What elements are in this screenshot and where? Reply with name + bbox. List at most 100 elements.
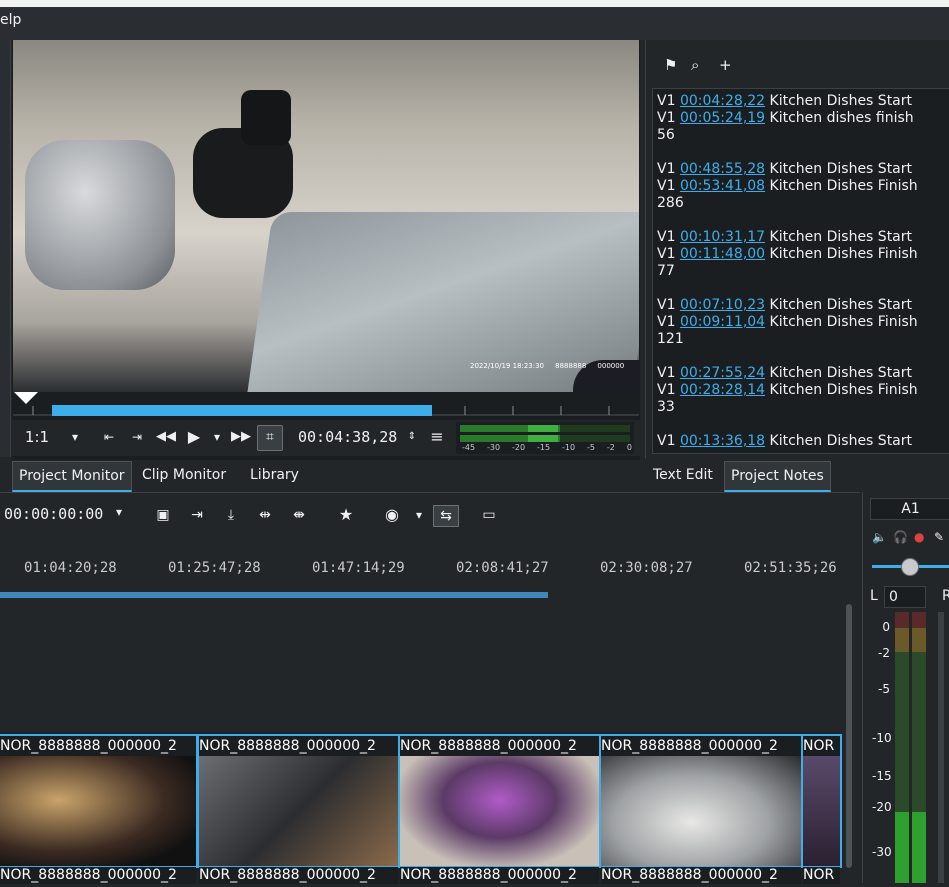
note-line: 286 [657, 195, 684, 212]
clip-thumbnail [803, 756, 840, 866]
video-overlay-text: 2022/10/19 18:23:30 8888888 000000 [470, 362, 625, 370]
tab-clip-monitor[interactable]: Clip Monitor [136, 461, 232, 489]
note-line: V1 00:48:55,28 Kitchen Dishes Start [657, 161, 912, 178]
go-to-start-icon[interactable]: ⇤ [100, 420, 118, 454]
subtitle-icon[interactable]: ▭ [477, 505, 501, 525]
timeline-vertical-scrollbar[interactable] [844, 600, 854, 870]
note-text: Kitchen Dishes Finish [765, 178, 918, 194]
chevron-down-icon[interactable]: ▾ [116, 505, 122, 519]
record-dot-icon[interactable]: ● [914, 530, 924, 544]
timecode-link[interactable]: 00:11:48,00 [680, 246, 765, 262]
menu-help[interactable]: elp [0, 12, 21, 28]
menu-icon[interactable]: ≡ [428, 420, 446, 454]
add-icon[interactable]: + [719, 56, 732, 74]
timeline-settings-icon[interactable]: ⇆ [433, 505, 459, 527]
fast-forward-icon[interactable]: ▶▶ [230, 420, 252, 454]
extract-icon[interactable]: ⇼ [287, 505, 311, 525]
favorite-star-icon[interactable]: ★ [334, 505, 358, 525]
timecode-link[interactable]: 00:27:55,24 [680, 365, 765, 381]
note-prefix: 121 [657, 331, 684, 347]
composite-icon[interactable]: ▣ [151, 505, 175, 525]
timeline-timecode[interactable]: 00:00:00:00 [4, 505, 103, 523]
tab-text-edit[interactable]: Text Edit [647, 461, 719, 489]
note-line: V1 00:09:11,04 Kitchen Dishes Finish [657, 314, 918, 331]
overwrite-icon[interactable]: ⤓ [219, 505, 243, 525]
timeline-clip[interactable]: NOR_8888888_000000_2 [398, 734, 601, 868]
volume-slider[interactable] [938, 612, 944, 883]
rewind-icon[interactable]: ◀◀ [156, 420, 176, 454]
timecode-link[interactable]: 00:05:24,19 [680, 110, 765, 126]
tab-library[interactable]: Library [244, 461, 305, 489]
insert-icon[interactable]: ⇥ [185, 505, 209, 525]
play-icon[interactable]: ▶ [184, 420, 204, 454]
chevron-down-icon[interactable]: ▾ [407, 505, 431, 525]
vu-tick: -20 [512, 443, 526, 452]
note-prefix: V1 [657, 93, 680, 109]
search-icon[interactable]: ⌕ [691, 56, 699, 74]
note-text: Kitchen Dishes Start [765, 365, 913, 381]
timeline-clip[interactable]: NOR_8888888_000000_2 [0, 734, 198, 868]
note-prefix: V1 [657, 365, 680, 381]
timecode-link[interactable]: 00:53:41,08 [680, 178, 765, 194]
timeline-clip-row2[interactable]: NOR_8888888_000000_2 [199, 866, 398, 884]
vu-tick: -45 [462, 443, 476, 452]
vu-tick: -2 [606, 443, 615, 452]
monitor-timecode[interactable]: 00:04:38,28 [298, 420, 397, 454]
timecode-link[interactable]: 00:04:28,22 [680, 93, 765, 109]
note-text: Kitchen Dishes Start [765, 433, 913, 449]
speaker-icon[interactable]: 🔈 [872, 530, 887, 544]
db-label: -10 [872, 731, 892, 745]
note-text: Kitchen dishes finish [765, 110, 914, 126]
timeline-clip[interactable]: NOR_8888888_000000_2 [197, 734, 400, 868]
timecode-link[interactable]: 00:09:11,04 [680, 314, 765, 330]
edit-icon[interactable]: ✎ [934, 530, 944, 544]
left-panel-edge [0, 40, 11, 457]
timecode-spinner-icon[interactable]: ⇕ [405, 420, 419, 454]
timecode-link[interactable]: 00:28:28,14 [680, 382, 765, 398]
right-level-meter [912, 612, 926, 883]
note-prefix: V1 [657, 382, 680, 398]
monitor-zone-bar[interactable] [52, 405, 432, 416]
note-line: V1 00:10:31,17 Kitchen Dishes Start [657, 229, 912, 246]
note-prefix: V1 [657, 161, 680, 177]
timeline-ruler[interactable] [0, 552, 848, 592]
balance-slider-knob[interactable] [901, 558, 919, 576]
note-line: 121 [657, 331, 684, 348]
chevron-down-icon[interactable]: ▾ [66, 420, 84, 454]
ruler-label: 01:25:47;28 [168, 560, 261, 576]
timeline-zone-bar[interactable] [0, 592, 548, 598]
timecode-link[interactable]: 00:10:31,17 [680, 229, 765, 245]
timeline-clip[interactable]: NOR [801, 734, 842, 868]
note-text: Kitchen Dishes Finish [765, 314, 918, 330]
clip-thumbnail [601, 756, 801, 866]
timeline-clip-row2[interactable]: NOR [803, 866, 840, 884]
tab-project-notes[interactable]: Project Notes [724, 461, 831, 492]
timecode-link[interactable]: 00:48:55,28 [680, 161, 765, 177]
record-icon[interactable]: ◉ [380, 505, 404, 525]
notes-text-area[interactable]: V1 00:04:28,22 Kitchen Dishes Start V1 00… [652, 88, 949, 454]
zoom-label[interactable]: 1:1 [22, 420, 52, 454]
crop-icon[interactable]: ⌗ [257, 425, 283, 451]
ruler-label: 01:04:20;28 [24, 560, 117, 576]
timeline-clip-row2[interactable]: NOR_8888888_000000_2 [400, 866, 599, 884]
db-label: -20 [872, 800, 892, 814]
timecode-link[interactable]: 00:13:36,18 [680, 433, 765, 449]
timeline-clip-row2[interactable]: NOR_8888888_000000_2 [601, 866, 801, 884]
note-line: V1 00:04:28,22 Kitchen Dishes Start [657, 93, 912, 110]
note-text: Kitchen Dishes Finish [765, 246, 918, 262]
note-text: Kitchen Dishes Start [765, 93, 913, 109]
timecode-link[interactable]: 00:07:10,23 [680, 297, 765, 313]
timeline-clip-row2[interactable]: NOR_8888888_000000_2 [0, 866, 196, 884]
headphones-icon[interactable]: 🎧 [893, 530, 908, 544]
bookmark-icon[interactable]: ⚑ [664, 56, 677, 74]
go-to-end-icon[interactable]: ⇥ [128, 420, 146, 454]
lift-icon[interactable]: ⇹ [253, 505, 277, 525]
balance-value-input[interactable]: 0 [884, 586, 926, 608]
clip-title: NOR_8888888_000000_2 [0, 736, 196, 756]
db-label: -15 [872, 769, 892, 783]
tab-project-monitor[interactable]: Project Monitor [12, 461, 132, 492]
db-label: 0 [882, 620, 890, 634]
clip-thumbnail [400, 756, 599, 866]
timeline-clip[interactable]: NOR_8888888_000000_2 [599, 734, 803, 868]
play-options-chevron-icon[interactable]: ▾ [208, 420, 226, 454]
